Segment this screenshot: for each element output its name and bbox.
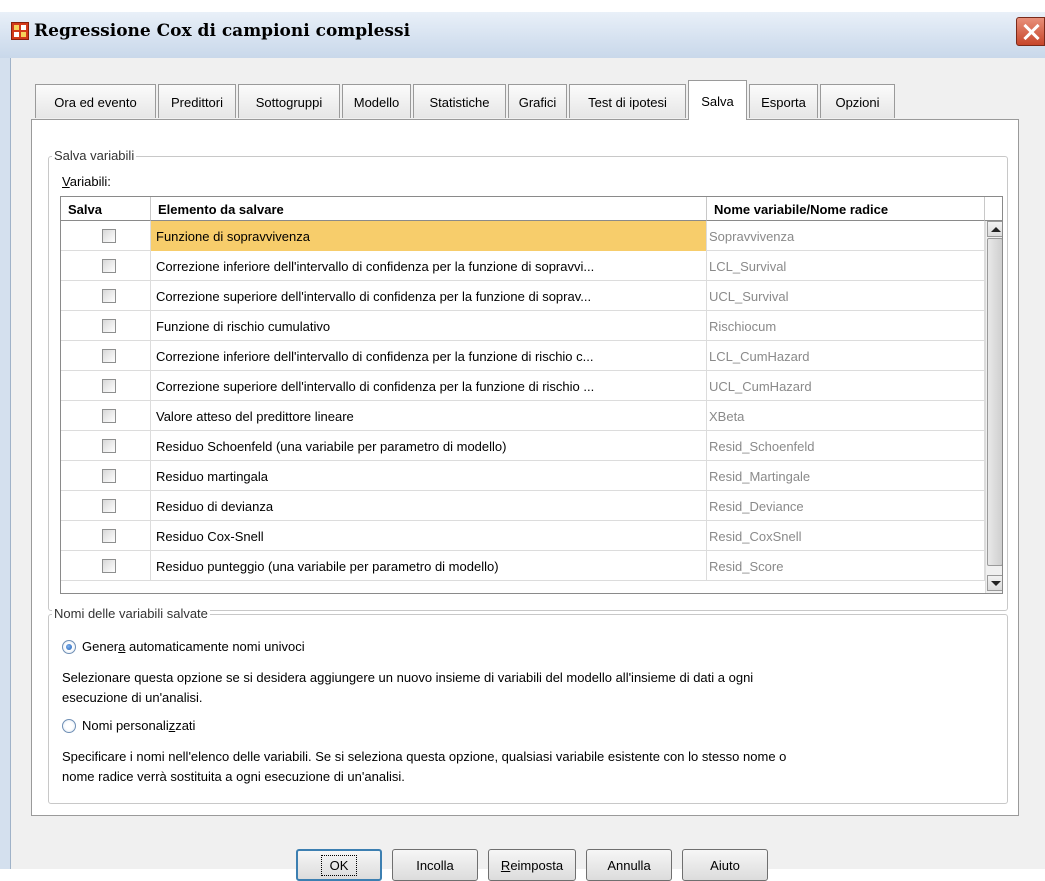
variable-name-cell[interactable]: XBeta <box>707 401 985 431</box>
auto-names-radio[interactable] <box>62 640 76 654</box>
table-row[interactable]: Correzione inferiore dell'intervallo di … <box>61 341 985 371</box>
variable-name-cell[interactable]: Resid_Score <box>707 551 985 581</box>
window-title: Regressione Cox di campioni complessi <box>34 21 411 41</box>
item-cell[interactable]: Residuo Schoenfeld (una variabile per pa… <box>151 431 707 461</box>
save-checkbox[interactable] <box>102 289 116 303</box>
header-filler <box>985 197 1002 221</box>
variable-name-cell[interactable]: Rischiocum <box>707 311 985 341</box>
item-cell[interactable]: Correzione inferiore dell'intervallo di … <box>151 341 707 371</box>
save-checkbox[interactable] <box>102 529 116 543</box>
table-row[interactable]: Residuo Schoenfeld (una variabile per pa… <box>61 431 985 461</box>
item-cell[interactable]: Funzione di sopravvivenza <box>151 221 707 251</box>
save-checkbox[interactable] <box>102 259 116 273</box>
variable-name-cell[interactable]: LCL_Survival <box>707 251 985 281</box>
scroll-up-button[interactable] <box>987 221 1002 237</box>
auto-names-description-line-1: Selezionare questa opzione se si desider… <box>62 670 754 685</box>
save-variables-legend: Salva variabili <box>52 148 137 163</box>
variable-name-cell[interactable]: Resid_Martingale <box>707 461 985 491</box>
custom-names-label[interactable]: Nomi personalizzati <box>82 718 195 733</box>
save-checkbox[interactable] <box>102 559 116 573</box>
save-checkbox[interactable] <box>102 349 116 363</box>
item-cell[interactable]: Correzione superiore dell'intervallo di … <box>151 371 707 401</box>
item-cell[interactable]: Valore atteso del predittore lineare <box>151 401 707 431</box>
save-checkbox[interactable] <box>102 439 116 453</box>
close-button[interactable] <box>1016 17 1045 46</box>
variable-name-cell[interactable]: Sopravvivenza <box>707 221 985 251</box>
custom-names-description-line-2: nome radice verrà sostituita a ogni esec… <box>62 769 405 784</box>
auto-names-label[interactable]: Genera automaticamente nomi univoci <box>82 639 305 654</box>
item-cell[interactable]: Residuo punteggio (una variabile per par… <box>151 551 707 581</box>
tab-grafici[interactable]: Grafici <box>508 84 567 118</box>
item-cell[interactable]: Residuo Cox-Snell <box>151 521 707 551</box>
save-checkbox[interactable] <box>102 319 116 333</box>
table-row[interactable]: Residuo di devianza Resid_Deviance <box>61 491 985 521</box>
variable-name-cell[interactable]: Resid_Schoenfeld <box>707 431 985 461</box>
vertical-scrollbar[interactable] <box>985 221 1002 593</box>
save-checkbox[interactable] <box>102 379 116 393</box>
table-row[interactable]: Correzione superiore dell'intervallo di … <box>61 281 985 311</box>
help-button[interactable]: Aiuto <box>682 849 768 881</box>
item-cell[interactable]: Correzione inferiore dell'intervallo di … <box>151 251 707 281</box>
saved-names-legend: Nomi delle variabili salvate <box>52 606 210 621</box>
save-checkbox[interactable] <box>102 499 116 513</box>
table-row[interactable]: Residuo punteggio (una variabile per par… <box>61 551 985 581</box>
table-row[interactable]: Funzione di sopravvivenza Sopravvivenza <box>61 221 985 251</box>
tab-predittori[interactable]: Predittori <box>158 84 236 118</box>
column-header-save[interactable]: Salva <box>61 197 151 221</box>
auto-names-description-line-2: esecuzione di un'analisi. <box>62 690 203 705</box>
save-checkbox[interactable] <box>102 469 116 483</box>
variables-table: Salva Elemento da salvare Nome variabile… <box>60 196 1003 594</box>
tab-opzioni[interactable]: Opzioni <box>820 84 895 118</box>
tab-salva[interactable]: Salva <box>688 80 747 120</box>
variables-label: Variabili: <box>62 174 111 189</box>
variable-name-cell[interactable]: LCL_CumHazard <box>707 341 985 371</box>
column-header-name[interactable]: Nome variabile/Nome radice <box>707 197 985 221</box>
tab-ora-ed-evento[interactable]: Ora ed evento <box>35 84 156 118</box>
custom-names-description-line-1: Specificare i nomi nell'elenco delle var… <box>62 749 787 764</box>
variable-name-cell[interactable]: UCL_CumHazard <box>707 371 985 401</box>
tab-modello[interactable]: Modello <box>342 84 411 118</box>
table-row[interactable]: Correzione superiore dell'intervallo di … <box>61 371 985 401</box>
table-row[interactable]: Correzione inferiore dell'intervallo di … <box>61 251 985 281</box>
table-row[interactable]: Residuo martingala Resid_Martingale <box>61 461 985 491</box>
ok-button[interactable]: OK <box>296 849 382 881</box>
column-header-item[interactable]: Elemento da salvare <box>151 197 707 221</box>
tab-esporta[interactable]: Esporta <box>749 84 818 118</box>
item-cell[interactable]: Correzione superiore dell'intervallo di … <box>151 281 707 311</box>
item-cell[interactable]: Residuo martingala <box>151 461 707 491</box>
reset-button[interactable]: Reimposta <box>488 849 576 881</box>
cancel-button[interactable]: Annulla <box>586 849 672 881</box>
paste-button[interactable]: Incolla <box>392 849 478 881</box>
table-row[interactable]: Residuo Cox-Snell Resid_CoxSnell <box>61 521 985 551</box>
table-row[interactable]: Valore atteso del predittore lineare XBe… <box>61 401 985 431</box>
window-frame <box>0 58 11 869</box>
tab-test-di-ipotesi[interactable]: Test di ipotesi <box>569 84 686 118</box>
tab-statistiche[interactable]: Statistiche <box>413 84 506 118</box>
variable-name-cell[interactable]: Resid_CoxSnell <box>707 521 985 551</box>
spss-app-icon <box>11 22 29 40</box>
variable-name-cell[interactable]: UCL_Survival <box>707 281 985 311</box>
tab-sottogruppi[interactable]: Sottogruppi <box>238 84 340 118</box>
save-checkbox[interactable] <box>102 229 116 243</box>
scroll-down-button[interactable] <box>987 575 1002 591</box>
save-checkbox[interactable] <box>102 409 116 423</box>
table-row[interactable]: Funzione di rischio cumulativo Rischiocu… <box>61 311 985 341</box>
item-cell[interactable]: Funzione di rischio cumulativo <box>151 311 707 341</box>
item-cell[interactable]: Residuo di devianza <box>151 491 707 521</box>
variable-name-cell[interactable]: Resid_Deviance <box>707 491 985 521</box>
scrollbar-thumb[interactable] <box>987 238 1002 566</box>
custom-names-radio[interactable] <box>62 719 76 733</box>
